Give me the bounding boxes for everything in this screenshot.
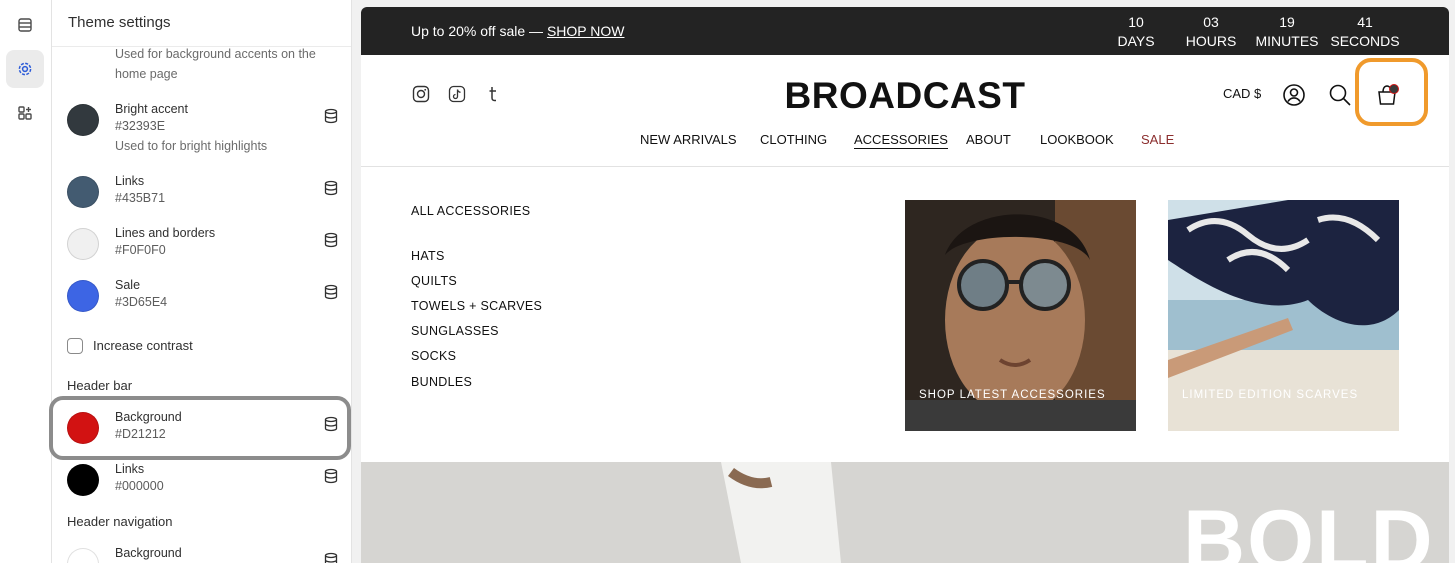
mega-link-socks[interactable]: SOCKS — [411, 349, 456, 363]
countdown-unit: MINUTES — [1255, 33, 1319, 49]
color-name: Links — [115, 174, 145, 188]
color-swatch[interactable] — [67, 548, 99, 563]
color-name: Background — [115, 546, 182, 560]
color-setting-sale[interactable]: Sale #3D65E4 — [67, 276, 339, 316]
color-setting-bright-accent[interactable]: Bright accent #32393E — [67, 100, 339, 140]
setting-description: Used to for bright highlights — [115, 139, 268, 153]
database-icon[interactable] — [323, 108, 339, 124]
left-rail — [0, 0, 52, 563]
color-hex: #435B71 — [115, 191, 166, 205]
color-setting-lines-borders[interactable]: Lines and borders #F0F0F0 — [67, 224, 339, 264]
database-icon[interactable] — [323, 180, 339, 196]
color-hex: #F0F0F0 — [115, 243, 166, 257]
theme-settings-panel: Theme settings Used for background accen… — [52, 0, 352, 563]
color-setting-header-nav-background[interactable]: Background — [67, 544, 339, 563]
account-icon[interactable] — [1282, 83, 1306, 107]
currency-selector[interactable]: CAD $ — [1223, 86, 1261, 101]
nav-clothing[interactable]: CLOTHING — [760, 132, 827, 147]
countdown-unit: SECONDS — [1330, 33, 1400, 49]
highlight-ring-header-bar-background — [49, 396, 351, 460]
color-swatch[interactable] — [67, 104, 99, 136]
database-icon[interactable] — [323, 552, 339, 563]
highlight-ring-cart — [1355, 58, 1428, 126]
countdown-value: 41 — [1357, 14, 1373, 30]
promo-caption: LIMITED EDITION SCARVES — [1182, 389, 1359, 401]
countdown-seconds: 41 SECONDS — [1325, 13, 1405, 51]
color-swatch[interactable] — [67, 228, 99, 260]
mega-link-sunglasses[interactable]: SUNGLASSES — [411, 324, 499, 338]
theme-editor: Theme settings Used for background accen… — [0, 0, 1455, 563]
announcement-text: Up to 20% off sale — SHOP NOW — [411, 23, 624, 39]
countdown-value: 03 — [1203, 14, 1219, 30]
countdown-unit: DAYS — [1117, 33, 1155, 49]
color-name: Sale — [115, 278, 141, 292]
database-icon[interactable] — [323, 284, 339, 300]
mega-link-hats[interactable]: HATS — [411, 249, 445, 263]
countdown-hours: 03 HOURS — [1183, 13, 1239, 51]
apps-icon[interactable] — [6, 94, 44, 132]
storefront-preview: Up to 20% off sale — SHOP NOW 10 DAYS 03… — [361, 7, 1449, 563]
nav-about[interactable]: ABOUT — [966, 132, 1011, 147]
section-heading-header-navigation: Header navigation — [67, 514, 173, 529]
store-header: BROADCAST CAD $ NEW ARRIVALS CLOTHING AC… — [361, 55, 1449, 167]
color-name: Links — [115, 462, 145, 476]
mega-link-bundles[interactable]: BUNDLES — [411, 375, 472, 389]
color-swatch[interactable] — [67, 464, 99, 496]
accessories-mega-menu: ALL ACCESSORIES HATS QUILTS TOWELS + SCA… — [361, 168, 1449, 462]
nav-new-arrivals[interactable]: NEW ARRIVALS — [640, 132, 737, 147]
announcement-message: Up to 20% off sale — — [411, 23, 547, 39]
countdown-days: 10 DAYS — [1111, 13, 1161, 51]
promo-card-scarves[interactable]: LIMITED EDITION SCARVES — [1168, 200, 1399, 431]
checkbox-label: Increase contrast — [93, 338, 193, 353]
countdown-unit: HOURS — [1185, 33, 1237, 49]
announcement-bar: Up to 20% off sale — SHOP NOW 10 DAYS 03… — [361, 7, 1449, 55]
database-icon[interactable] — [323, 232, 339, 248]
countdown-value: 19 — [1279, 14, 1295, 30]
color-hex: #32393E — [115, 119, 166, 133]
hero-heading: BOLD — [1183, 493, 1435, 563]
section-heading-header-bar: Header bar — [67, 378, 133, 393]
countdown-value: 10 — [1128, 14, 1144, 30]
promo-card-accessories[interactable]: SHOP LATEST ACCESSORIES — [905, 200, 1136, 431]
increase-contrast-checkbox[interactable] — [67, 338, 83, 354]
mega-link-all-accessories[interactable]: ALL ACCESSORIES — [411, 204, 530, 218]
sections-icon[interactable] — [6, 6, 44, 44]
color-name: Bright accent — [115, 102, 188, 116]
color-name: Lines and borders — [115, 226, 216, 240]
color-hex: #3D65E4 — [115, 295, 168, 309]
color-setting-links[interactable]: Links #435B71 — [67, 172, 339, 212]
color-swatch[interactable] — [67, 280, 99, 312]
color-hex: #000000 — [115, 479, 164, 493]
nav-accessories[interactable]: ACCESSORIES — [854, 132, 948, 149]
mega-link-towels-scarves[interactable]: TOWELS + SCARVES — [411, 299, 542, 313]
shop-now-link[interactable]: SHOP NOW — [547, 23, 625, 39]
promo-caption: SHOP LATEST ACCESSORIES — [919, 389, 1106, 401]
database-icon[interactable] — [323, 468, 339, 484]
mega-link-quilts[interactable]: QUILTS — [411, 274, 457, 288]
color-swatch[interactable] — [67, 176, 99, 208]
color-setting-header-bar-links[interactable]: Links #000000 — [67, 460, 339, 500]
theme-settings-icon[interactable] — [6, 50, 44, 88]
panel-title: Theme settings — [68, 14, 171, 31]
hero-banner: BOLD — [361, 462, 1449, 563]
setting-description: Used for background accents on the home … — [115, 47, 316, 81]
nav-sale[interactable]: SALE — [1141, 132, 1174, 147]
nav-lookbook[interactable]: LOOKBOOK — [1040, 132, 1114, 147]
search-icon[interactable] — [1328, 83, 1352, 107]
countdown-minutes: 19 MINUTES — [1254, 13, 1320, 51]
